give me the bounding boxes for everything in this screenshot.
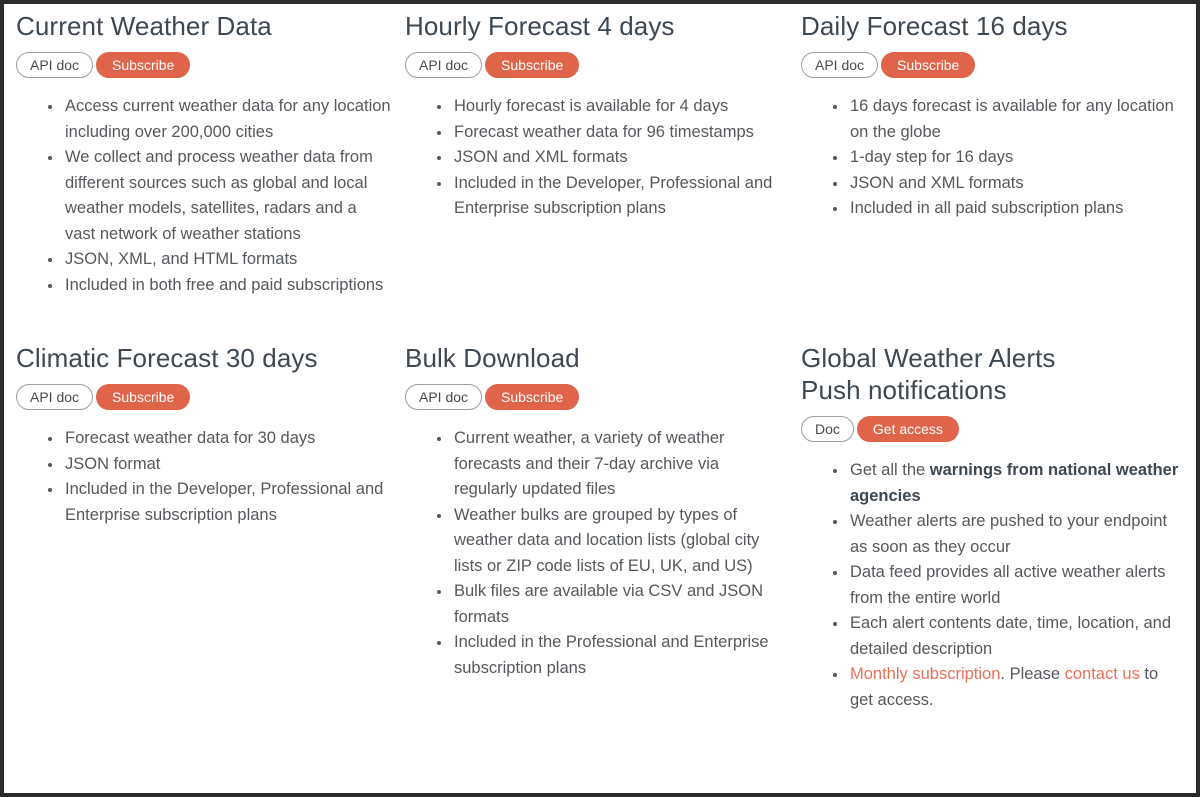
- doc-button[interactable]: Doc: [801, 416, 854, 442]
- list-item: Included in the Developer, Professional …: [437, 171, 783, 222]
- feature-list: Forecast weather data for 30 days JSON f…: [16, 426, 391, 528]
- list-item: Bulk files are available via CSV and JSO…: [437, 579, 783, 630]
- card-current-weather-data: Current Weather Data API doc Subscribe A…: [4, 10, 405, 298]
- list-item: We collect and process weather data from…: [48, 145, 391, 247]
- inline-link[interactable]: contact us: [1065, 665, 1140, 683]
- feature-list: Access current weather data for any loca…: [16, 94, 391, 298]
- list-item: Data feed provides all active weather al…: [833, 560, 1182, 611]
- list-item: JSON and XML formats: [833, 171, 1182, 197]
- api-doc-button[interactable]: API doc: [405, 52, 483, 78]
- list-item: Forecast weather data for 96 timestamps: [437, 120, 783, 146]
- feature-grid: Current Weather Data API doc Subscribe A…: [4, 4, 1196, 713]
- subscribe-button[interactable]: Subscribe: [881, 52, 976, 78]
- card-actions: API doc Subscribe: [405, 384, 783, 410]
- feature-row-bottom: Climatic Forecast 30 days API doc Subscr…: [4, 342, 1196, 713]
- list-item-text: Get all the: [850, 461, 930, 479]
- card-bulk-download: Bulk Download API doc Subscribe Current …: [405, 342, 797, 713]
- page-frame: Current Weather Data API doc Subscribe A…: [4, 4, 1196, 793]
- card-global-weather-alerts: Global Weather Alerts Push notifications…: [797, 342, 1196, 713]
- card-actions: Doc Get access: [801, 416, 1182, 442]
- list-item: Included in both free and paid subscript…: [48, 273, 391, 299]
- list-item: 16 days forecast is available for any lo…: [833, 94, 1182, 145]
- card-daily-forecast-16-days: Daily Forecast 16 days API doc Subscribe…: [797, 10, 1196, 298]
- list-item-text: Each alert contents date, time, location…: [850, 614, 1172, 658]
- list-item: Included in all paid subscription plans: [833, 196, 1182, 222]
- card-actions: API doc Subscribe: [16, 384, 391, 410]
- api-doc-button[interactable]: API doc: [16, 52, 94, 78]
- subscribe-button[interactable]: Subscribe: [485, 52, 580, 78]
- subscribe-button[interactable]: Subscribe: [96, 52, 191, 78]
- feature-list: Get all the warnings from national weath…: [801, 458, 1182, 713]
- list-item: 1-day step for 16 days: [833, 145, 1182, 171]
- api-doc-button[interactable]: API doc: [801, 52, 879, 78]
- list-item-text: Data feed provides all active weather al…: [850, 563, 1166, 607]
- api-doc-button[interactable]: API doc: [16, 384, 94, 410]
- api-doc-button[interactable]: API doc: [405, 384, 483, 410]
- list-item: Included in the Professional and Enterpr…: [437, 630, 783, 681]
- feature-list: Current weather, a variety of weather fo…: [405, 426, 783, 681]
- feature-list: 16 days forecast is available for any lo…: [801, 94, 1182, 222]
- card-actions: API doc Subscribe: [801, 52, 1182, 78]
- list-item: JSON format: [48, 452, 391, 478]
- list-item: Access current weather data for any loca…: [48, 94, 391, 145]
- inline-link[interactable]: Monthly subscription: [850, 665, 1000, 683]
- card-climatic-forecast-30-days: Climatic Forecast 30 days API doc Subscr…: [4, 342, 405, 713]
- page-title-line-2: Push notifications: [801, 375, 1007, 405]
- page-title: Bulk Download: [405, 343, 580, 373]
- card-actions: API doc Subscribe: [405, 52, 783, 78]
- list-item: Hourly forecast is available for 4 days: [437, 94, 783, 120]
- list-item: JSON and XML formats: [437, 145, 783, 171]
- card-hourly-forecast-4-days: Hourly Forecast 4 days API doc Subscribe…: [405, 10, 797, 298]
- list-item: Weather alerts are pushed to your endpoi…: [833, 509, 1182, 560]
- card-actions: API doc Subscribe: [16, 52, 391, 78]
- page-title: Hourly Forecast 4 days: [405, 11, 675, 41]
- page-title: Current Weather Data: [16, 11, 272, 41]
- list-item: Monthly subscription. Please contact us …: [833, 662, 1182, 713]
- list-item: JSON, XML, and HTML formats: [48, 247, 391, 273]
- list-item-text: Weather alerts are pushed to your endpoi…: [850, 512, 1168, 556]
- list-item: Current weather, a variety of weather fo…: [437, 426, 783, 503]
- get-access-button[interactable]: Get access: [856, 416, 959, 442]
- page-title: Global Weather Alerts Push notifications: [801, 342, 1182, 406]
- page-title-line-1: Global Weather Alerts: [801, 343, 1056, 373]
- subscribe-button[interactable]: Subscribe: [96, 384, 191, 410]
- list-item: Forecast weather data for 30 days: [48, 426, 391, 452]
- feature-row-top: Current Weather Data API doc Subscribe A…: [4, 10, 1196, 298]
- list-item-text: . Please: [1000, 665, 1065, 683]
- page-title: Daily Forecast 16 days: [801, 11, 1068, 41]
- list-item: Weather bulks are grouped by types of we…: [437, 503, 783, 580]
- list-item: Get all the warnings from national weath…: [833, 458, 1182, 509]
- page-title: Climatic Forecast 30 days: [16, 343, 318, 373]
- feature-list: Hourly forecast is available for 4 days …: [405, 94, 783, 222]
- list-item: Included in the Developer, Professional …: [48, 477, 391, 528]
- subscribe-button[interactable]: Subscribe: [485, 384, 580, 410]
- row-spacer: [4, 298, 1196, 342]
- list-item: Each alert contents date, time, location…: [833, 611, 1182, 662]
